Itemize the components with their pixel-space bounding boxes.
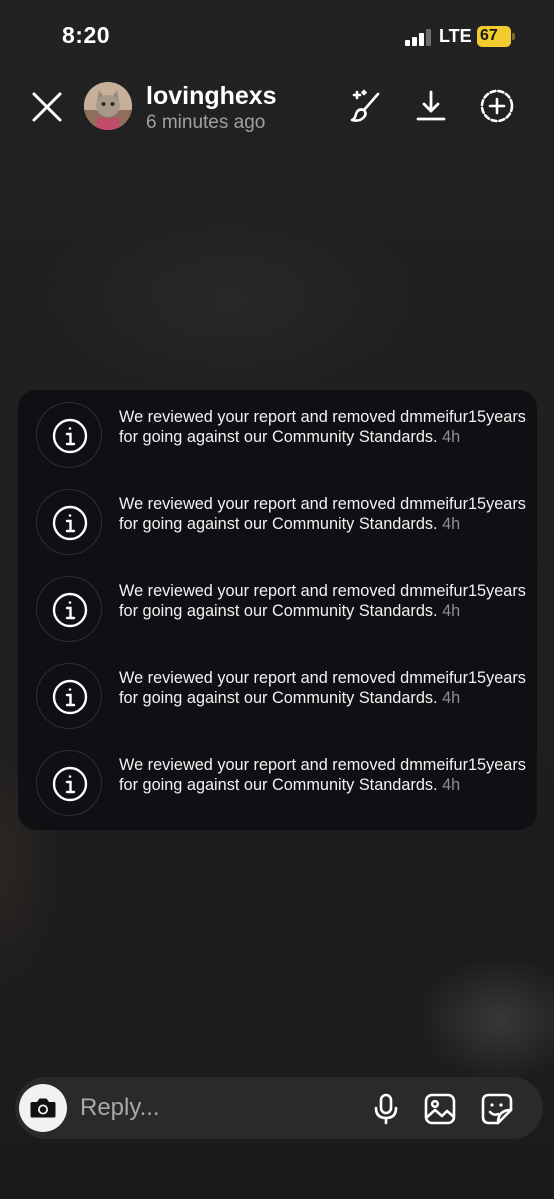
story-username[interactable]: lovinghexs bbox=[146, 82, 277, 111]
notification-message: We reviewed your report and removed dmme… bbox=[119, 582, 526, 620]
info-icon bbox=[36, 489, 102, 555]
avatar[interactable] bbox=[84, 82, 132, 130]
notification-row[interactable]: We reviewed your report and removed dmme… bbox=[18, 477, 537, 564]
reply-bar bbox=[15, 1077, 543, 1139]
notification-row[interactable]: We reviewed your report and removed dmme… bbox=[18, 738, 537, 825]
cell-signal-icon bbox=[405, 28, 433, 46]
sticker-icon[interactable] bbox=[480, 1092, 514, 1126]
gallery-icon[interactable] bbox=[423, 1092, 457, 1126]
info-icon bbox=[36, 576, 102, 642]
report-notifications-card: We reviewed your report and removed dmme… bbox=[18, 390, 537, 830]
info-icon bbox=[36, 402, 102, 468]
notification-message: We reviewed your report and removed dmme… bbox=[119, 669, 526, 707]
notification-row[interactable]: We reviewed your report and removed dmme… bbox=[18, 564, 537, 651]
notification-message: We reviewed your report and removed dmme… bbox=[119, 756, 526, 794]
notification-text: We reviewed your report and removed dmme… bbox=[119, 756, 529, 795]
notification-timestamp: 4h bbox=[442, 427, 461, 446]
story-time-ago: 6 minutes ago bbox=[146, 112, 266, 133]
notification-text: We reviewed your report and removed dmme… bbox=[119, 669, 529, 708]
status-time: 8:20 bbox=[62, 22, 111, 48]
add-to-story-icon[interactable] bbox=[479, 88, 515, 124]
notification-timestamp: 4h bbox=[442, 601, 461, 620]
close-icon[interactable] bbox=[31, 91, 63, 123]
notification-timestamp: 4h bbox=[442, 688, 461, 707]
notification-row[interactable]: We reviewed your report and removed dmme… bbox=[18, 390, 537, 477]
camera-icon[interactable] bbox=[19, 1084, 67, 1132]
info-icon bbox=[36, 750, 102, 816]
microphone-icon[interactable] bbox=[369, 1092, 403, 1126]
notification-text: We reviewed your report and removed dmme… bbox=[119, 495, 529, 534]
notification-message: We reviewed your report and removed dmme… bbox=[119, 408, 526, 446]
info-icon bbox=[36, 663, 102, 729]
download-icon[interactable] bbox=[413, 88, 449, 124]
notification-text: We reviewed your report and removed dmme… bbox=[119, 582, 529, 621]
notification-message: We reviewed your report and removed dmme… bbox=[119, 495, 526, 533]
notification-timestamp: 4h bbox=[442, 514, 461, 533]
status-bar: 8:20 LTE 67 bbox=[0, 0, 554, 70]
battery-percent: 67 bbox=[480, 27, 498, 44]
notification-row[interactable]: We reviewed your report and removed dmme… bbox=[18, 651, 537, 738]
notification-timestamp: 4h bbox=[442, 775, 461, 794]
network-type: LTE bbox=[439, 26, 472, 46]
sparkle-brush-icon[interactable] bbox=[348, 88, 384, 124]
battery-icon: 67 bbox=[477, 26, 515, 47]
reply-input[interactable] bbox=[80, 1093, 350, 1123]
notification-text: We reviewed your report and removed dmme… bbox=[119, 408, 529, 447]
